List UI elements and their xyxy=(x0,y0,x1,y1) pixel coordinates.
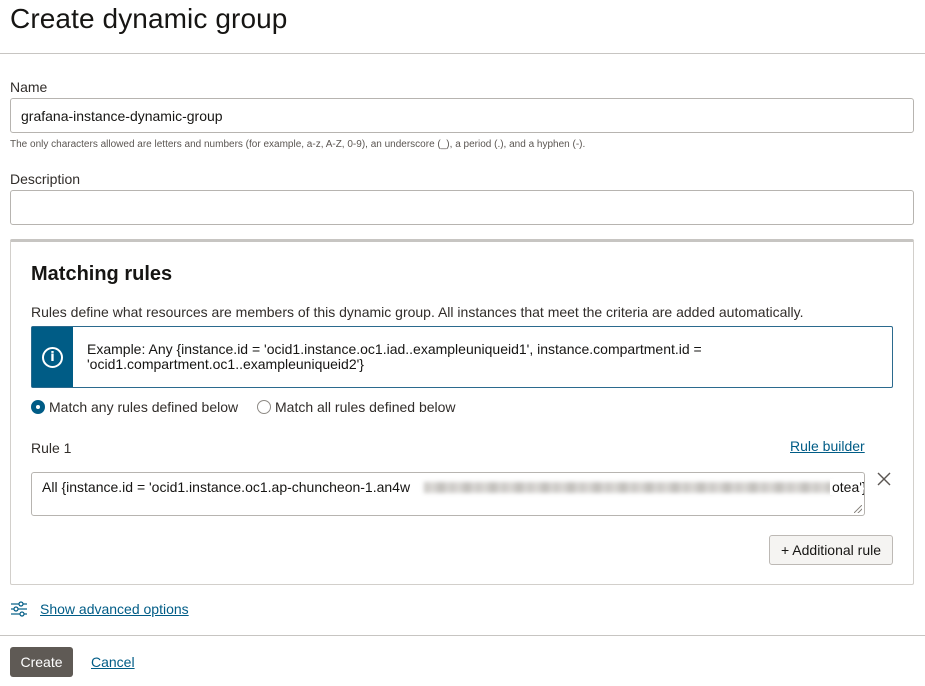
match-any-radio[interactable] xyxy=(31,400,45,414)
info-circle-icon: i xyxy=(42,346,63,368)
rule-builder-link[interactable]: Rule builder xyxy=(790,438,865,454)
footer-divider xyxy=(0,635,925,636)
rule-1-textarea[interactable]: All {instance.id = 'ocid1.instance.oc1.a… xyxy=(31,472,865,516)
name-help-text: The only characters allowed are letters … xyxy=(10,139,586,150)
match-any-label: Match any rules defined below xyxy=(49,399,239,415)
advanced-options-row[interactable]: Show advanced options xyxy=(10,600,189,618)
description-label: Description xyxy=(10,171,81,187)
rule-1-value-end: otea'} xyxy=(830,479,865,495)
rule-1-label: Rule 1 xyxy=(31,440,72,456)
rule-1-value: All {instance.id = 'ocid1.instance.oc1.a… xyxy=(42,479,411,495)
name-input[interactable] xyxy=(10,98,914,133)
match-any-option[interactable]: Match any rules defined below xyxy=(31,399,238,415)
cancel-link[interactable]: Cancel xyxy=(91,654,135,670)
create-button[interactable]: Create xyxy=(10,647,73,677)
header-divider xyxy=(0,53,925,54)
close-icon[interactable] xyxy=(875,470,893,488)
description-input[interactable] xyxy=(10,190,914,225)
redacted-text-blur xyxy=(424,482,832,493)
match-all-radio[interactable] xyxy=(257,400,271,414)
name-label: Name xyxy=(10,79,48,95)
additional-rule-button[interactable]: + Additional rule xyxy=(769,535,893,565)
matching-rules-title: Matching rules xyxy=(31,263,173,285)
match-all-label: Match all rules defined below xyxy=(275,399,456,415)
matching-rules-description: Rules define what resources are members … xyxy=(31,304,804,320)
show-advanced-options-link[interactable]: Show advanced options xyxy=(40,601,189,617)
match-all-option[interactable]: Match all rules defined below xyxy=(257,399,456,415)
info-strip: i xyxy=(32,327,73,387)
sliders-icon[interactable] xyxy=(10,600,28,618)
matching-rules-panel: Matching rules Rules define what resourc… xyxy=(10,239,914,585)
example-text: Example: Any {instance.id = 'ocid1.insta… xyxy=(87,341,702,372)
page-title: Create dynamic group xyxy=(10,3,288,34)
example-info-box: i Example: Any {instance.id = 'ocid1.ins… xyxy=(31,326,893,388)
resize-grip-icon[interactable] xyxy=(854,505,862,513)
